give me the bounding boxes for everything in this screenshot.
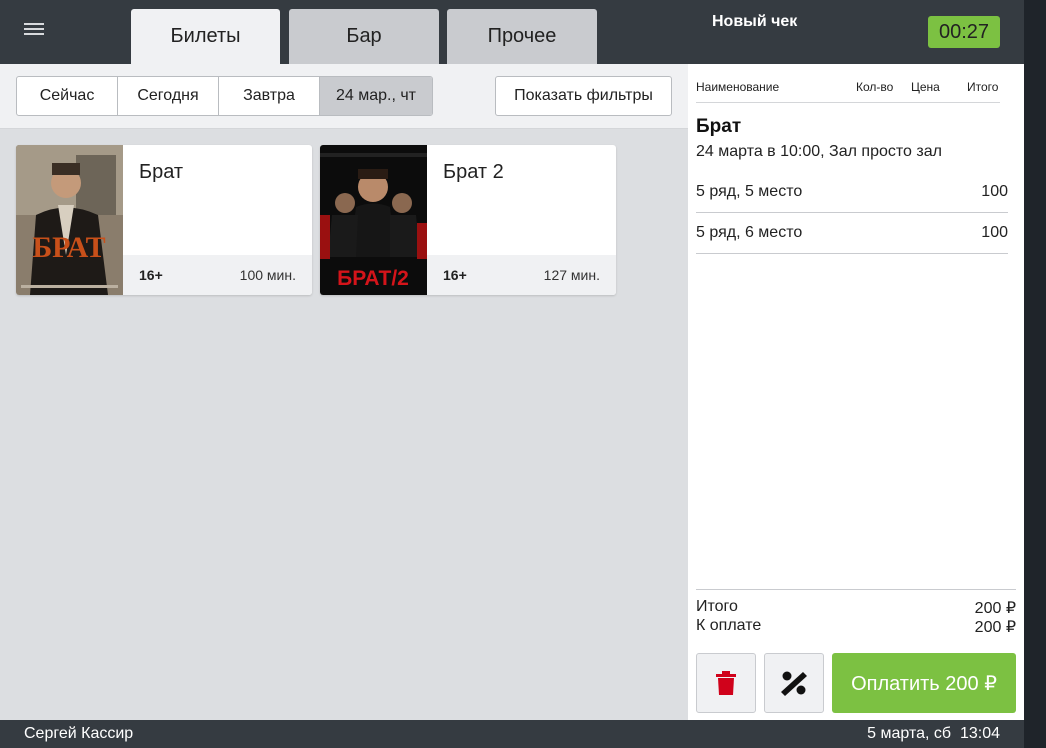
column-price: Цена	[911, 80, 940, 94]
poster-brat-2-image: БРАТ/2	[320, 145, 427, 295]
column-qty: Кол-во	[856, 80, 894, 94]
session-timer: 00:27	[928, 16, 1000, 48]
age-rating: 16+	[443, 267, 467, 283]
seat-price: 100	[981, 183, 1008, 200]
receipt-columns: Наименование Кол-во Цена Итого	[696, 79, 1000, 103]
percent-icon	[781, 671, 807, 696]
hamburger-menu-icon[interactable]	[24, 20, 48, 40]
delete-button[interactable]	[696, 653, 756, 713]
poster-brat-title: БРАТ	[32, 231, 105, 264]
seat-label: 5 ряд, 6 место	[696, 224, 803, 241]
receipt-totals: Итого 200 ₽ К оплате 200 ₽	[696, 589, 1016, 636]
receipt-line[interactable]: 5 ряд, 6 место 100	[696, 213, 1008, 254]
date-today-button[interactable]: Сегодня	[118, 77, 219, 115]
movie-info: 16+ 127 мин.	[427, 255, 616, 295]
receipt-panel: Наименование Кол-во Цена Итого Брат 24 м…	[688, 64, 1024, 720]
movie-duration: 127 мин.	[543, 267, 600, 283]
receipt-header: Новый чек 00:27	[688, 0, 1024, 64]
discount-button[interactable]	[764, 653, 824, 713]
total-value: 200 ₽	[974, 600, 1016, 617]
status-bar: Сергей Кассир 5 марта, сб 13:04	[0, 720, 1024, 748]
receipt-line[interactable]: 5 ряд, 5 место 100	[696, 172, 1008, 213]
filter-bar: Сейчас Сегодня Завтра 24 мар., чт Показа…	[0, 64, 688, 129]
movie-title: Брат	[139, 161, 184, 183]
column-total: Итого	[967, 80, 999, 94]
date-tomorrow-button[interactable]: Завтра	[219, 77, 320, 115]
tab-tickets[interactable]: Билеты	[131, 9, 280, 64]
poster-brat-2-title: БРАТ/2	[337, 267, 409, 290]
movie-grid: БРАТ Брат 16+ 100 мин. БРАТ/2 Брат 2 16+	[0, 129, 688, 720]
tab-other[interactable]: Прочее	[447, 9, 597, 64]
window-edge	[1024, 0, 1046, 748]
pay-button[interactable]: Оплатить 200 ₽	[832, 653, 1016, 713]
to-pay-value: 200 ₽	[974, 619, 1016, 636]
seat-label: 5 ряд, 5 место	[696, 183, 803, 200]
receipt-title: Новый чек	[712, 13, 798, 30]
total-label: Итого	[696, 598, 738, 615]
date-selected-button[interactable]: 24 мар., чт	[320, 77, 432, 115]
column-name: Наименование	[696, 80, 780, 94]
to-pay-label: К оплате	[696, 617, 762, 634]
movie-duration: 100 мин.	[239, 267, 296, 283]
movie-title: Брат 2	[443, 161, 504, 183]
cashier-name: Сергей Кассир	[24, 725, 134, 742]
date-selector: Сейчас Сегодня Завтра 24 мар., чт	[16, 76, 433, 116]
tab-bar[interactable]: Бар	[289, 9, 439, 64]
movie-card[interactable]: БРАТ/2 Брат 2 16+ 127 мин.	[320, 145, 616, 295]
receipt-item-title: Брат	[696, 116, 742, 137]
receipt-item-session: 24 марта в 10:00, Зал просто зал	[696, 143, 942, 160]
poster-brat-image: БРАТ	[16, 145, 123, 295]
date-now-button[interactable]: Сейчас	[17, 77, 118, 115]
age-rating: 16+	[139, 267, 163, 283]
show-filters-button[interactable]: Показать фильтры	[495, 76, 672, 116]
movie-card[interactable]: БРАТ Брат 16+ 100 мин.	[16, 145, 312, 295]
top-bar: Билеты Бар Прочее	[0, 0, 688, 64]
seat-price: 100	[981, 224, 1008, 241]
current-datetime: 5 марта, сб 13:04	[867, 725, 1000, 742]
trash-icon	[716, 671, 736, 695]
movie-info: 16+ 100 мин.	[123, 255, 312, 295]
